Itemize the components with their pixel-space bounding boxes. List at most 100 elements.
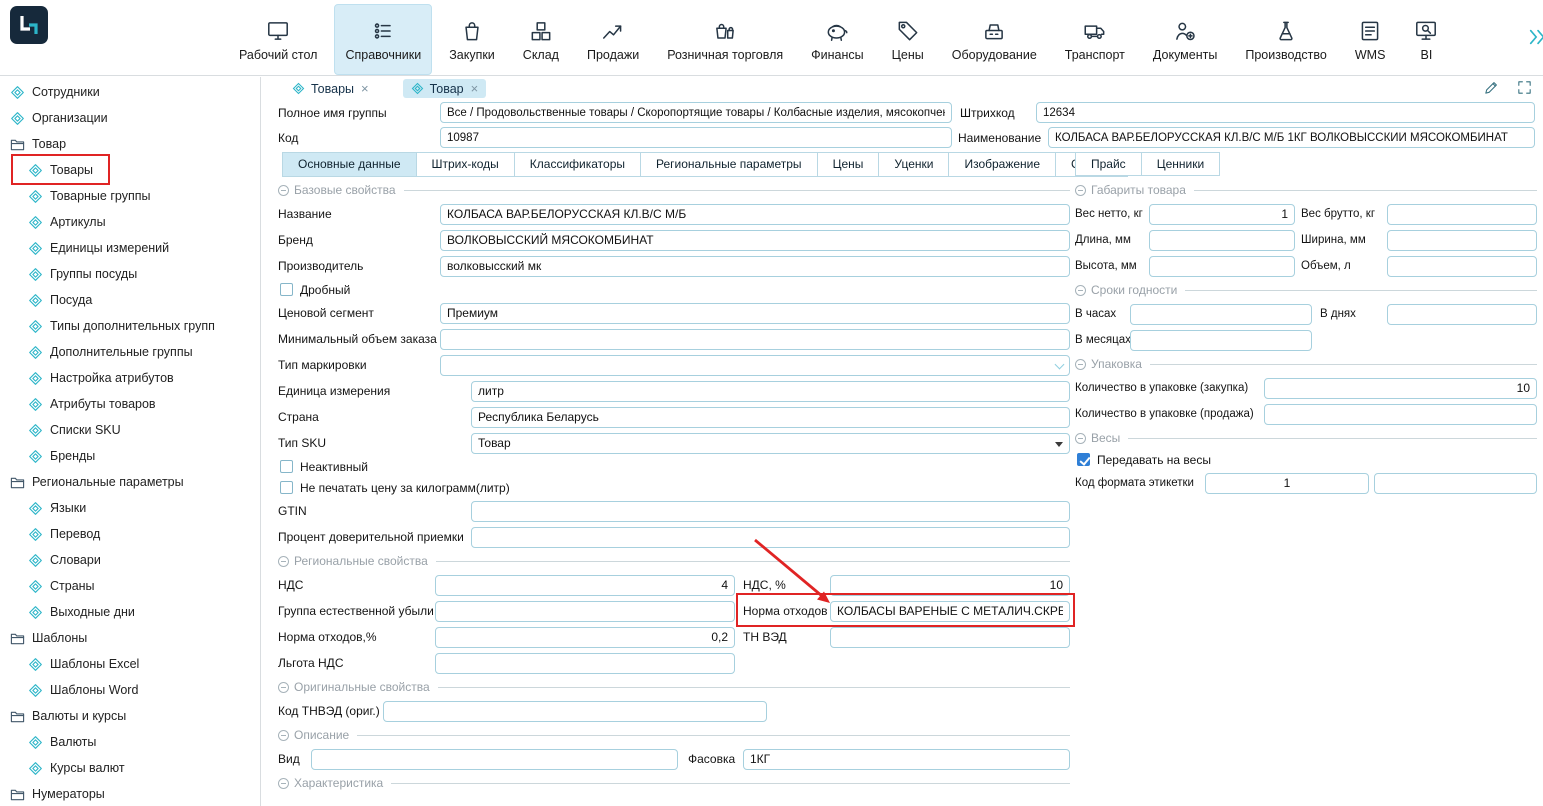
volume-input[interactable] xyxy=(1387,256,1537,277)
shelf-days-input[interactable] xyxy=(1387,304,1537,325)
name-input[interactable] xyxy=(440,204,1070,225)
waste-percent-input[interactable] xyxy=(435,627,735,648)
toolbar-item-finance[interactable]: Финансы xyxy=(800,4,874,75)
manufacturer-input[interactable] xyxy=(440,256,1070,277)
tree-item-brands[interactable]: Бренды xyxy=(0,443,260,469)
inner-tab-barcodes[interactable]: Штрих-коды xyxy=(417,152,515,177)
shelf-hours-input[interactable] xyxy=(1130,304,1312,325)
tree-item-additional-group-types[interactable]: Типы дополнительных групп xyxy=(0,313,260,339)
label-format-extra-input[interactable] xyxy=(1374,473,1537,494)
tree-item-products[interactable]: Товары xyxy=(0,157,260,183)
collapse-icon[interactable] xyxy=(278,682,289,693)
toolbar-item-desktop[interactable]: Рабочий стол xyxy=(228,4,328,75)
marking-type-select[interactable] xyxy=(440,355,1070,376)
price-segment-input[interactable] xyxy=(440,303,1070,324)
tree-item-attribute-settings[interactable]: Настройка атрибутов xyxy=(0,365,260,391)
toolbar-item-retail[interactable]: Розничная торговля xyxy=(656,4,794,75)
tnved-input[interactable] xyxy=(830,627,1070,648)
barcode-input[interactable] xyxy=(1036,102,1535,123)
tree-item-product-groups[interactable]: Товарные группы xyxy=(0,183,260,209)
packing-input[interactable] xyxy=(743,749,1070,770)
tnved-orig-input[interactable] xyxy=(383,701,767,722)
gross-weight-input[interactable] xyxy=(1387,204,1537,225)
height-input[interactable] xyxy=(1149,256,1295,277)
toolbar-item-transport[interactable]: Транспорт xyxy=(1054,4,1136,75)
tree-item-excel-templates[interactable]: Шаблоны Excel xyxy=(0,651,260,677)
tree-item-countries[interactable]: Страны xyxy=(0,573,260,599)
length-input[interactable] xyxy=(1149,230,1295,251)
toolbar-item-catalog[interactable]: Справочники xyxy=(334,4,432,75)
net-weight-input[interactable] xyxy=(1149,204,1295,225)
tree-item-languages[interactable]: Языки xyxy=(0,495,260,521)
tree-item-dish-groups[interactable]: Группы посуды xyxy=(0,261,260,287)
shelf-months-input[interactable] xyxy=(1130,330,1312,351)
pack-sale-input[interactable] xyxy=(1264,404,1537,425)
toolbar-item-purchases[interactable]: Закупки xyxy=(438,4,506,75)
unit-input[interactable] xyxy=(471,381,1070,402)
toolbar-item-production[interactable]: Производство xyxy=(1234,4,1338,75)
toolbar-item-prices[interactable]: Цены xyxy=(881,4,935,75)
inner-tab-price-tags[interactable]: Ценники xyxy=(1142,152,1220,176)
tree-item-sku-lists[interactable]: Списки SKU xyxy=(0,417,260,443)
toolbar-overflow-icon[interactable] xyxy=(1527,26,1543,53)
inner-tab-regional-params[interactable]: Региональные параметры xyxy=(641,152,818,177)
inner-tab-markdowns[interactable]: Уценки xyxy=(879,152,949,177)
toolbar-item-equipment[interactable]: Оборудование xyxy=(941,4,1048,75)
country-input[interactable] xyxy=(471,407,1070,428)
group-fullname-input[interactable] xyxy=(440,102,952,123)
trust-percent-input[interactable] xyxy=(471,527,1070,548)
collapse-icon[interactable] xyxy=(1075,185,1086,196)
inner-tab-classifiers[interactable]: Классификаторы xyxy=(515,152,641,177)
inactive-checkbox[interactable] xyxy=(280,460,293,473)
tree-item-employees[interactable]: Сотрудники xyxy=(0,79,260,105)
inner-tab-price-list[interactable]: Прайс xyxy=(1075,152,1142,176)
brand-input[interactable] xyxy=(440,230,1070,251)
tree-item-organizations[interactable]: Организации xyxy=(0,105,260,131)
collapse-icon[interactable] xyxy=(1075,359,1086,370)
code-input[interactable] xyxy=(440,127,952,148)
width-input[interactable] xyxy=(1387,230,1537,251)
inner-tab-image[interactable]: Изображение xyxy=(949,152,1056,177)
close-tab-icon[interactable]: × xyxy=(361,81,369,96)
edit-icon[interactable] xyxy=(1483,79,1500,101)
tree-item-currencies-folder[interactable]: Валюты и курсы xyxy=(0,703,260,729)
tree-item-numerators[interactable]: Нумераторы xyxy=(0,781,260,806)
waste-norm-input[interactable] xyxy=(830,601,1070,622)
inner-tab-prices[interactable]: Цены xyxy=(818,152,880,177)
toolbar-item-warehouse[interactable]: Склад xyxy=(512,4,570,75)
vat-input[interactable] xyxy=(435,575,735,596)
collapse-icon[interactable] xyxy=(278,185,289,196)
tree-item-dishes[interactable]: Посуда xyxy=(0,287,260,313)
toolbar-item-documents[interactable]: Документы xyxy=(1142,4,1228,75)
toolbar-item-sales[interactable]: Продажи xyxy=(576,4,650,75)
vat-relief-input[interactable] xyxy=(435,653,735,674)
collapse-icon[interactable] xyxy=(278,778,289,789)
send-to-scales-checkbox[interactable] xyxy=(1077,453,1090,466)
tree-item-regional-folder[interactable]: Региональные параметры xyxy=(0,469,260,495)
min-order-input[interactable] xyxy=(440,329,1070,350)
tree-item-product-attributes[interactable]: Атрибуты товаров xyxy=(0,391,260,417)
fullscreen-icon[interactable] xyxy=(1516,79,1533,101)
product-name-input[interactable] xyxy=(1048,127,1535,148)
vat-percent-input[interactable] xyxy=(830,575,1070,596)
kind-input[interactable] xyxy=(311,749,678,770)
tree-item-days-off[interactable]: Выходные дни xyxy=(0,599,260,625)
tree-item-templates-folder[interactable]: Шаблоны xyxy=(0,625,260,651)
tree-item-additional-groups[interactable]: Дополнительные группы xyxy=(0,339,260,365)
tree-item-units[interactable]: Единицы измерений xyxy=(0,235,260,261)
pack-purchase-input[interactable] xyxy=(1264,378,1537,399)
inner-tab-main-data[interactable]: Основные данные xyxy=(282,152,417,177)
no-kg-price-checkbox[interactable] xyxy=(280,481,293,494)
natural-loss-input[interactable] xyxy=(435,601,735,622)
marking-type-input[interactable] xyxy=(440,355,1070,376)
app-logo-icon[interactable] xyxy=(10,6,48,44)
tab-products-tab[interactable]: Товары× xyxy=(284,79,377,98)
collapse-icon[interactable] xyxy=(1075,285,1086,296)
close-tab-icon[interactable]: × xyxy=(471,81,479,96)
tree-item-currencies[interactable]: Валюты xyxy=(0,729,260,755)
sku-type-select[interactable]: Товар xyxy=(471,433,1070,454)
collapse-icon[interactable] xyxy=(278,556,289,567)
toolbar-item-wms[interactable]: WMS xyxy=(1344,4,1397,75)
collapse-icon[interactable] xyxy=(1075,433,1086,444)
gtin-input[interactable] xyxy=(471,501,1070,522)
